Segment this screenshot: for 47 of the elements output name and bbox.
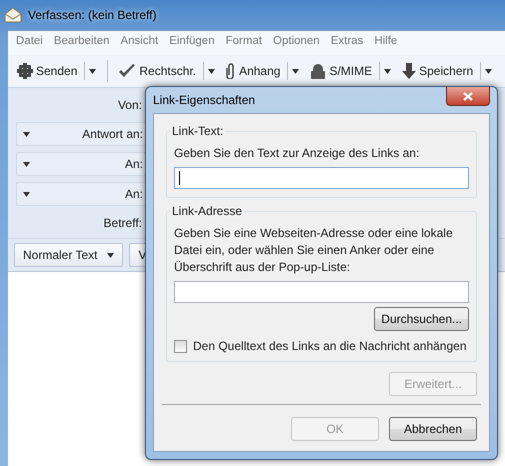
dropdown-arrow-icon bbox=[384, 68, 392, 74]
down-arrow-icon bbox=[402, 63, 416, 79]
address-type-dropdown[interactable]: An: bbox=[16, 182, 148, 206]
browse-button[interactable]: Durchsuchen... bbox=[374, 307, 469, 331]
toolbar-button[interactable]: Anhang bbox=[223, 61, 284, 81]
menu-item[interactable]: Bearbeiten bbox=[54, 35, 110, 51]
menu-item[interactable]: Optionen bbox=[273, 35, 320, 51]
toolbar-button[interactable]: S/MIME bbox=[307, 62, 376, 80]
envelope-icon bbox=[4, 7, 22, 23]
dialog-button[interactable]: Abbrechen bbox=[389, 417, 477, 441]
menu-item[interactable]: Ansicht bbox=[120, 35, 158, 51]
menu-item[interactable]: Datei bbox=[16, 35, 43, 51]
dropdown-arrow-icon bbox=[208, 68, 216, 74]
field-label-row-text: Von: bbox=[116, 97, 143, 114]
group-title: Link-Text: bbox=[171, 124, 224, 138]
address-type-dropdown[interactable]: An: bbox=[16, 152, 148, 176]
dialog-title: Link-Eigenschaften bbox=[153, 93, 256, 107]
checkmark-icon bbox=[118, 64, 136, 78]
input-field[interactable] bbox=[174, 281, 469, 303]
close-button[interactable] bbox=[446, 87, 490, 106]
group-title: Link-Adresse bbox=[171, 204, 244, 218]
window-title: Verfassen: (kein Betreff) bbox=[28, 8, 157, 22]
menu-item[interactable]: Extras bbox=[330, 35, 364, 51]
dropdown-arrow-icon bbox=[107, 252, 114, 258]
field-label-row-text: Betreff: bbox=[102, 215, 143, 232]
checkbox-label: Den Quelltext des Links an die Nachricht anhängen bbox=[193, 339, 467, 353]
format-dropdown[interactable]: Normaler Text bbox=[14, 243, 124, 267]
close-icon bbox=[463, 92, 473, 100]
dropdown-arrow-icon bbox=[89, 68, 96, 74]
toolbar-button[interactable]: Senden bbox=[14, 61, 80, 81]
lock-icon bbox=[310, 64, 326, 78]
toolbar-button[interactable]: Speichern bbox=[399, 61, 476, 81]
paperclip-icon bbox=[226, 63, 236, 79]
input-field[interactable] bbox=[174, 167, 469, 189]
checkbox[interactable] bbox=[174, 340, 187, 352]
dropdown-arrow-icon bbox=[292, 68, 300, 74]
menu-item[interactable]: Hilfe bbox=[374, 35, 398, 51]
dropdown-arrow-icon bbox=[23, 162, 30, 166]
menu-item[interactable]: Format bbox=[226, 35, 262, 51]
dropdown-arrow-icon bbox=[485, 68, 492, 74]
prompt-text: Geben Sie eine Webseiten-Adresse oder eine lokale Datei ein, oder wählen Sie einen Anker oder eine Überschrift aus der Pop-up-Liste: bbox=[174, 225, 454, 276]
dropdown-arrow-icon bbox=[23, 192, 30, 196]
menu-item[interactable]: Einfügen bbox=[169, 35, 215, 51]
toolbar-button[interactable]: Rechtschr. bbox=[115, 62, 200, 80]
dropdown-arrow-icon bbox=[23, 132, 30, 136]
prompt-text: Geben Sie den Text zur Anzeige des Links an: bbox=[174, 145, 420, 162]
address-type-dropdown[interactable]: Antwort an: bbox=[16, 122, 148, 146]
